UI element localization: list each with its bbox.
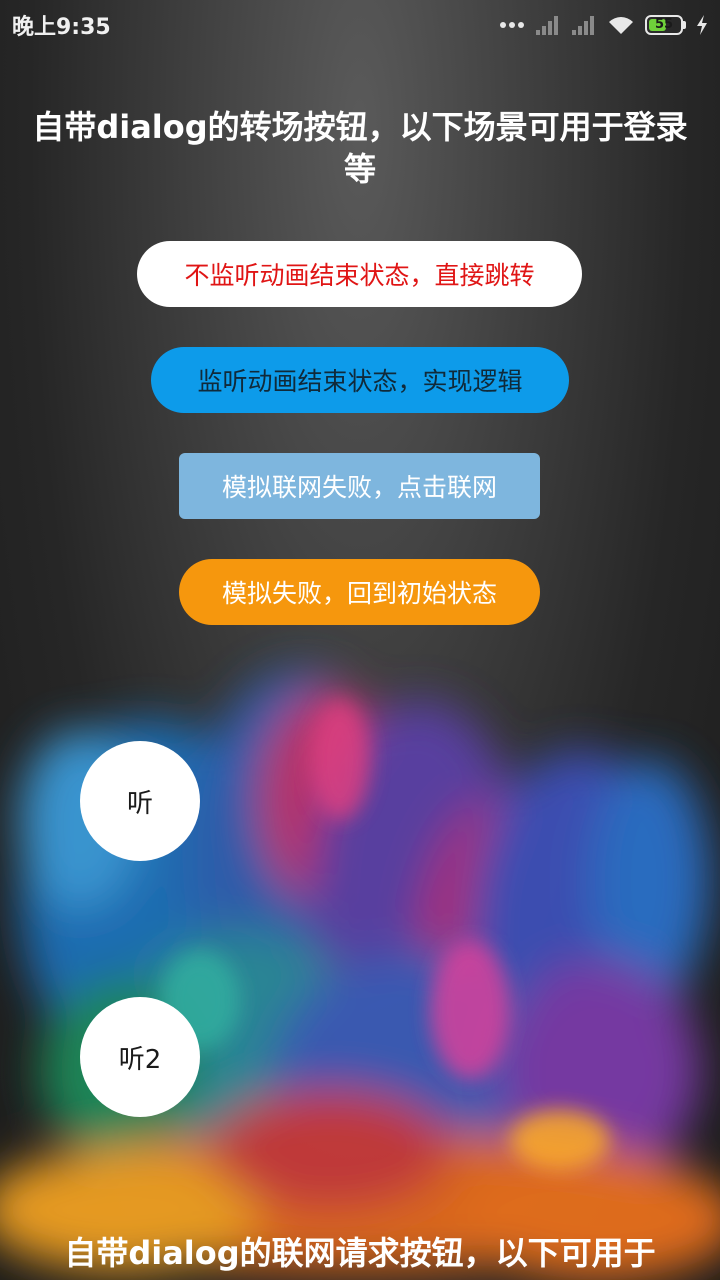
battery-icon: 55 [645, 15, 686, 35]
signal-icon [536, 16, 558, 35]
signal-icon-2 [572, 16, 594, 35]
listen-animation-end-button[interactable]: 监听动画结束状态，实现逻辑 [151, 347, 569, 413]
status-time: 晚上9:35 [12, 15, 111, 40]
wifi-icon [609, 17, 633, 34]
status-bar: 晚上9:35 55 [0, 0, 720, 50]
status-icons: 55 [499, 14, 708, 36]
section-title-network-buttons: 自带dialog的联网请求按钮，以下可用于 [64, 1234, 656, 1272]
more-dots-icon [500, 22, 524, 28]
no-listen-jump-button[interactable]: 不监听动画结束状态，直接跳转 [137, 241, 582, 307]
charging-bolt-icon [697, 15, 707, 35]
simulate-fail-reset-button[interactable]: 模拟失败，回到初始状态 [179, 559, 540, 625]
battery-level-text: 55 [654, 17, 674, 32]
listen2-circle-button[interactable]: 听2 [80, 997, 200, 1117]
section-title-transition-buttons: 自带dialog的转场按钮，以下场景可用于登录等 [32, 108, 688, 188]
simulate-network-fail-button[interactable]: 模拟联网失败，点击联网 [179, 453, 540, 519]
listen-circle-button[interactable]: 听 [80, 741, 200, 861]
